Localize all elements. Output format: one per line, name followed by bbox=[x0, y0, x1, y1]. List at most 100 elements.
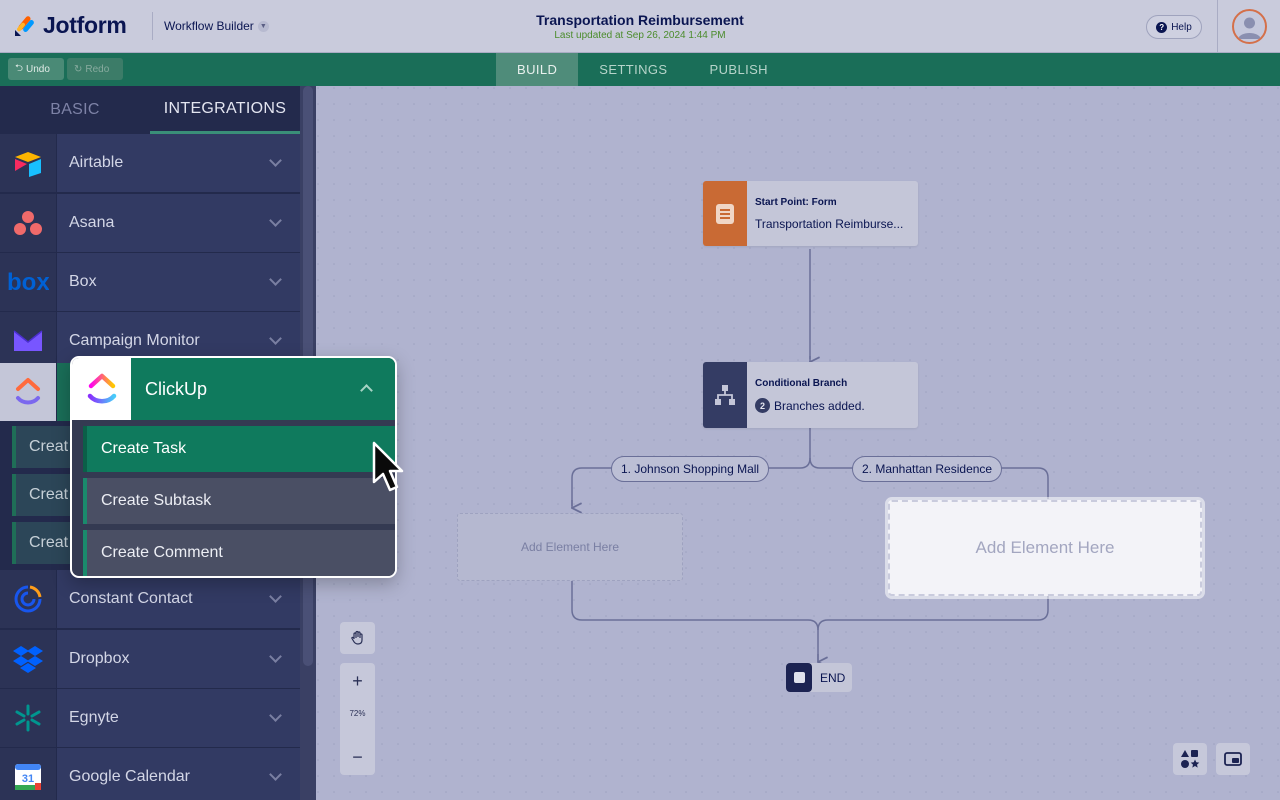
branch-node-title: Conditional Branch bbox=[755, 378, 848, 389]
header-divider-right bbox=[1217, 0, 1218, 53]
tab-build[interactable]: BUILD bbox=[496, 53, 579, 86]
branch-node-subtitle: 2 Branches added. bbox=[755, 398, 865, 413]
start-node[interactable]: Start Point: Form Transportation Reimbur… bbox=[703, 181, 918, 246]
integration-label: Campaign Monitor bbox=[69, 332, 200, 349]
logo-text: Jotform bbox=[43, 12, 127, 38]
dropbox-icon bbox=[0, 630, 56, 688]
integration-google-calendar[interactable]: 31 Google Calendar bbox=[0, 748, 300, 800]
action-create-subtask[interactable]: Create Subtask bbox=[83, 478, 395, 524]
integration-body: Egnyte bbox=[57, 689, 300, 747]
box-icon: box bbox=[0, 253, 56, 311]
app-header: Jotform Workflow Builder ▼ Transportatio… bbox=[0, 0, 1280, 53]
integration-airtable[interactable]: Airtable bbox=[0, 134, 300, 192]
branch-label-2[interactable]: 2. Manhattan Residence bbox=[852, 456, 1003, 482]
plus-icon: + bbox=[352, 670, 363, 691]
chevron-down-icon bbox=[269, 154, 282, 167]
integration-body: Box bbox=[57, 253, 300, 311]
chevron-down-icon: ▼ bbox=[257, 20, 269, 32]
clickup-header[interactable]: ClickUp bbox=[72, 358, 395, 420]
chevron-down-icon bbox=[269, 768, 282, 781]
help-label: Help bbox=[1171, 21, 1192, 33]
avatar[interactable] bbox=[1232, 9, 1267, 44]
svg-text:box: box bbox=[7, 270, 49, 294]
integration-label: Asana bbox=[69, 214, 115, 231]
tab-publish[interactable]: PUBLISH bbox=[689, 53, 789, 86]
tab-settings[interactable]: SETTINGS bbox=[578, 53, 688, 86]
workflow-builder-menu[interactable]: Workflow Builder ▼ bbox=[164, 19, 269, 33]
integration-label: Egnyte bbox=[69, 709, 119, 726]
main-tabs: BUILD SETTINGS PUBLISH bbox=[496, 53, 789, 86]
branch-label-1[interactable]: 1. Johnson Shopping Mall bbox=[611, 456, 770, 482]
help-button[interactable]: ? Help bbox=[1146, 15, 1202, 39]
builder-toolbar: ⮌ Undo ↻ Redo BUILD SETTINGS PUBLISH bbox=[0, 53, 1280, 86]
chevron-down-icon bbox=[269, 709, 282, 722]
jotform-logo-icon bbox=[15, 15, 34, 36]
integration-egnyte[interactable]: Egnyte bbox=[0, 689, 300, 747]
zoom-out-button[interactable]: − bbox=[340, 741, 375, 773]
chevron-down-icon bbox=[269, 273, 282, 286]
airtable-icon bbox=[0, 134, 56, 192]
workflow-builder-label: Workflow Builder bbox=[164, 19, 254, 33]
mouse-cursor-icon bbox=[372, 441, 404, 492]
add-element-drop-zone[interactable]: Add Element Here bbox=[457, 513, 683, 581]
add-element-drop-zone-active[interactable]: Add Element Here bbox=[888, 500, 1202, 596]
chevron-up-icon bbox=[360, 384, 373, 397]
shapes-icon bbox=[1181, 750, 1200, 768]
clickup-icon bbox=[72, 358, 131, 420]
minus-icon: − bbox=[352, 746, 363, 767]
end-label: END bbox=[820, 670, 846, 685]
minimap-button[interactable] bbox=[1216, 743, 1250, 775]
undo-icon: ⮌ bbox=[15, 62, 24, 74]
clickup-icon bbox=[0, 363, 56, 421]
zoom-controls: + 72% − bbox=[340, 663, 375, 775]
integration-body: Asana bbox=[57, 194, 300, 252]
action-create-task[interactable]: Create Task bbox=[83, 426, 395, 472]
user-avatar-icon bbox=[1238, 17, 1261, 39]
start-node-body: Start Point: Form Transportation Reimbur… bbox=[747, 181, 903, 246]
integration-constant-contact[interactable]: Constant Contact bbox=[0, 570, 300, 628]
asana-icon bbox=[0, 194, 56, 252]
zoom-level: 72% bbox=[349, 709, 366, 718]
zoom-in-button[interactable]: + bbox=[340, 665, 375, 697]
chevron-down-icon bbox=[269, 650, 282, 663]
elements-library-button[interactable] bbox=[1173, 743, 1207, 775]
redo-label: Redo bbox=[85, 63, 110, 75]
redo-button[interactable]: ↻ Redo bbox=[67, 58, 123, 80]
chevron-down-icon bbox=[269, 590, 282, 603]
branch-count-text: Branches added. bbox=[774, 398, 865, 413]
tab-basic[interactable]: BASIC bbox=[0, 86, 150, 134]
end-node[interactable]: END bbox=[786, 663, 852, 692]
chevron-down-icon bbox=[269, 332, 282, 345]
integration-body: Airtable bbox=[57, 134, 300, 192]
integration-dropbox[interactable]: Dropbox bbox=[0, 630, 300, 688]
clickup-title: ClickUp bbox=[131, 358, 395, 420]
clickup-actions-popup: ClickUp Create Task Create Subtask Creat… bbox=[70, 356, 397, 578]
integration-label: Google Calendar bbox=[69, 768, 190, 785]
hand-icon bbox=[350, 630, 363, 645]
tab-integrations[interactable]: INTEGRATIONS bbox=[150, 86, 300, 134]
egnyte-icon bbox=[0, 689, 56, 747]
help-icon: ? bbox=[1156, 21, 1168, 33]
chevron-down-icon bbox=[269, 214, 282, 227]
undo-label: Undo bbox=[26, 63, 50, 75]
integration-asana[interactable]: Asana bbox=[0, 194, 300, 252]
redo-icon: ↻ bbox=[74, 63, 83, 75]
form-title[interactable]: Transportation Reimbursement bbox=[440, 12, 840, 28]
jotform-logo[interactable]: Jotform bbox=[13, 12, 127, 39]
integration-label: Dropbox bbox=[69, 650, 130, 667]
undo-button[interactable]: ⮌ Undo bbox=[8, 58, 64, 80]
constant-contact-icon bbox=[0, 570, 56, 628]
integration-box[interactable]: box Box bbox=[0, 253, 300, 311]
action-create-comment[interactable]: Create Comment bbox=[83, 530, 395, 576]
minimap-icon bbox=[1224, 752, 1242, 766]
conditional-branch-node[interactable]: Conditional Branch 2 Branches added. bbox=[703, 362, 918, 428]
integration-body: Dropbox bbox=[57, 630, 300, 688]
integration-body: Constant Contact bbox=[57, 570, 300, 628]
clickup-title-label: ClickUp bbox=[145, 378, 208, 399]
last-updated-text: Last updated at Sep 26, 2024 1:44 PM bbox=[554, 30, 726, 41]
google-calendar-icon: 31 bbox=[0, 748, 56, 800]
integration-label: Airtable bbox=[69, 154, 124, 171]
pan-hand-button[interactable] bbox=[340, 622, 375, 654]
start-node-title: Start Point: Form bbox=[755, 197, 837, 208]
end-icon bbox=[786, 663, 812, 692]
